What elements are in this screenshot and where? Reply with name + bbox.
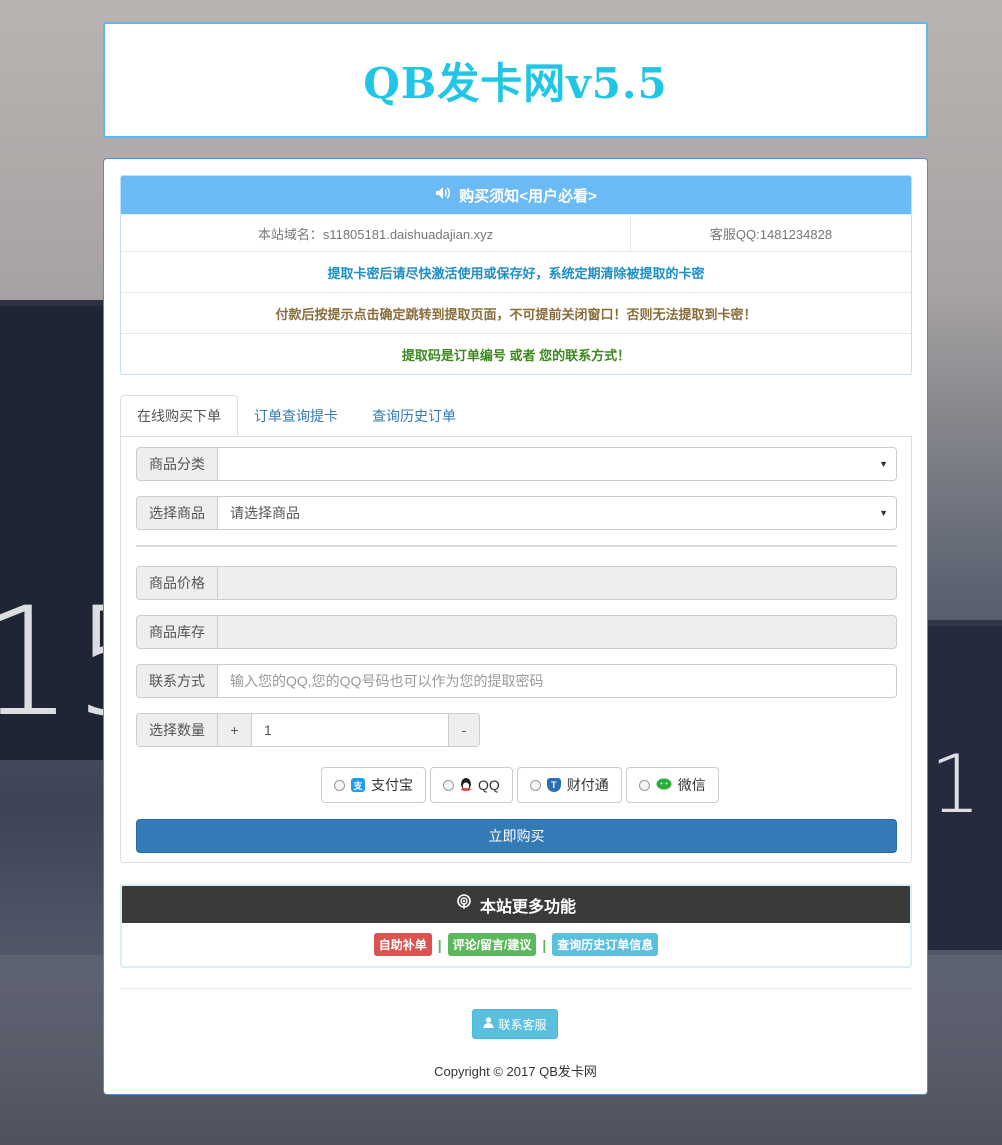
radio-qq[interactable] — [443, 779, 454, 791]
main-panel: 购买须知<用户必看> 本站域名：s11805181.daishuadajian.… — [103, 158, 928, 1095]
quantity-minus-button[interactable]: - — [448, 713, 480, 747]
quantity-input[interactable]: 1 — [252, 713, 448, 747]
caret-down-icon: ▼ — [879, 459, 888, 469]
alipay-icon: 支 — [351, 778, 365, 792]
qq-penguin-icon — [460, 777, 472, 794]
purchase-notice: 购买须知<用户必看> 本站域名：s11805181.daishuadajian.… — [120, 175, 912, 375]
contact-placeholder: 输入您的QQ,您的QQ号码也可以作为您的提取密码 — [230, 673, 544, 689]
product-select[interactable]: 请选择商品 ▼ — [218, 496, 897, 530]
category-row: 商品分类 ▼ — [136, 447, 897, 481]
stock-row: 商品库存 — [136, 615, 897, 649]
category-label: 商品分类 — [136, 447, 218, 481]
price-row: 商品价格 — [136, 566, 897, 600]
tab-online-order[interactable]: 在线购买下单 — [120, 395, 238, 437]
site-header: QB发卡网v5.5 — [103, 22, 928, 138]
pay-alipay-option[interactable]: 支 支付宝 — [321, 767, 426, 803]
contact-label: 联系方式 — [136, 664, 218, 698]
link-separator: | — [542, 936, 547, 953]
form-divider — [136, 545, 897, 547]
podcast-icon — [456, 894, 472, 915]
radio-wechat[interactable] — [638, 779, 650, 791]
feedback-link[interactable]: 评论/留言/建议 — [447, 933, 537, 956]
order-history-link[interactable]: 查询历史订单信息 — [552, 933, 659, 956]
order-tabs: 在线购买下单 订单查询提卡 查询历史订单 — [120, 395, 912, 437]
more-features-links: 自助补单 | 评论/留言/建议 | 查询历史订单信息 — [122, 923, 910, 966]
service-qq: 客服QQ:1481234828 — [709, 226, 833, 242]
contact-service-button[interactable]: 联系客服 — [472, 1009, 558, 1039]
notice-info-row: 本站域名：s11805181.daishuadajian.xyz 客服QQ:14… — [121, 214, 911, 251]
site-domain: 本站域名：s11805181.daishuadajian.xyz — [121, 215, 631, 251]
tab-order-history[interactable]: 查询历史订单 — [356, 395, 472, 437]
buy-now-button[interactable]: 立即购买 — [136, 819, 897, 853]
speaker-icon — [435, 186, 451, 204]
pay-tenpay-option[interactable]: T 财付通 — [516, 767, 622, 803]
more-features: 本站更多功能 自助补单 | 评论/留言/建议 | 查询历史订单信息 — [120, 884, 912, 968]
notice-header: 购买须知<用户必看> — [121, 176, 911, 214]
product-row: 选择商品 请选择商品 ▼ — [136, 496, 897, 530]
payment-options: 支 支付宝 QQ T 财付通 微信 — [321, 767, 719, 803]
product-label: 选择商品 — [136, 496, 218, 530]
pay-qq-option[interactable]: QQ — [430, 767, 513, 803]
quantity-plus-button[interactable]: + — [218, 713, 252, 747]
stock-field — [218, 615, 897, 649]
contact-service-label: 联系客服 — [498, 1017, 547, 1032]
order-form: 商品分类 ▼ 选择商品 请选择商品 ▼ 商品价格 商品库存 联系方式 输入您的Q… — [120, 436, 912, 863]
product-value: 请选择商品 — [230, 505, 300, 521]
notice-line-2: 付款后按提示点击确定跳转到提取页面，不可提前关闭窗口！否则无法提取到卡密！ — [121, 292, 911, 333]
category-select[interactable]: ▼ — [218, 447, 897, 481]
copyright-text: Copyright © 2017 QB发卡网 — [434, 1064, 597, 1079]
footer-divider — [120, 988, 912, 989]
self-reissue-link[interactable]: 自助补单 — [373, 933, 432, 956]
radio-alipay[interactable] — [334, 779, 345, 791]
price-label: 商品价格 — [136, 566, 218, 600]
pay-wechat-option[interactable]: 微信 — [625, 767, 719, 803]
link-separator: | — [437, 936, 442, 953]
contact-row: 联系方式 输入您的QQ,您的QQ号码也可以作为您的提取密码 — [136, 664, 897, 698]
site-title: QB发卡网v5.5 — [363, 58, 668, 108]
notice-line-3: 提取码是订单编号 或者 您的联系方式！ — [121, 333, 911, 374]
stock-label: 商品库存 — [136, 615, 218, 649]
user-icon — [483, 1017, 494, 1031]
price-field — [218, 566, 897, 600]
caret-down-icon: ▼ — [879, 508, 888, 518]
pay-tenpay-label: 财付通 — [566, 777, 609, 793]
quantity-label: 选择数量 — [136, 713, 218, 747]
tenpay-shield-icon: T — [546, 778, 561, 792]
notice-title: 购买须知<用户必看> — [459, 187, 597, 205]
pay-alipay-label: 支付宝 — [371, 777, 413, 793]
wechat-icon — [656, 777, 672, 793]
background-clock-digit-right: 1 — [930, 738, 981, 831]
contact-input[interactable]: 输入您的QQ,您的QQ号码也可以作为您的提取密码 — [218, 664, 897, 698]
pay-wechat-label: 微信 — [677, 777, 706, 793]
quantity-row: 选择数量 + 1 - — [136, 713, 480, 747]
more-features-title: 本站更多功能 — [479, 898, 576, 916]
notice-line-1: 提取卡密后请尽快激活使用或保存好，系统定期清除被提取的卡密 — [121, 251, 911, 292]
tab-order-query[interactable]: 订单查询提卡 — [238, 395, 354, 437]
pay-qq-label: QQ — [478, 777, 500, 793]
radio-tenpay[interactable] — [529, 779, 541, 791]
more-features-header: 本站更多功能 — [122, 886, 910, 923]
